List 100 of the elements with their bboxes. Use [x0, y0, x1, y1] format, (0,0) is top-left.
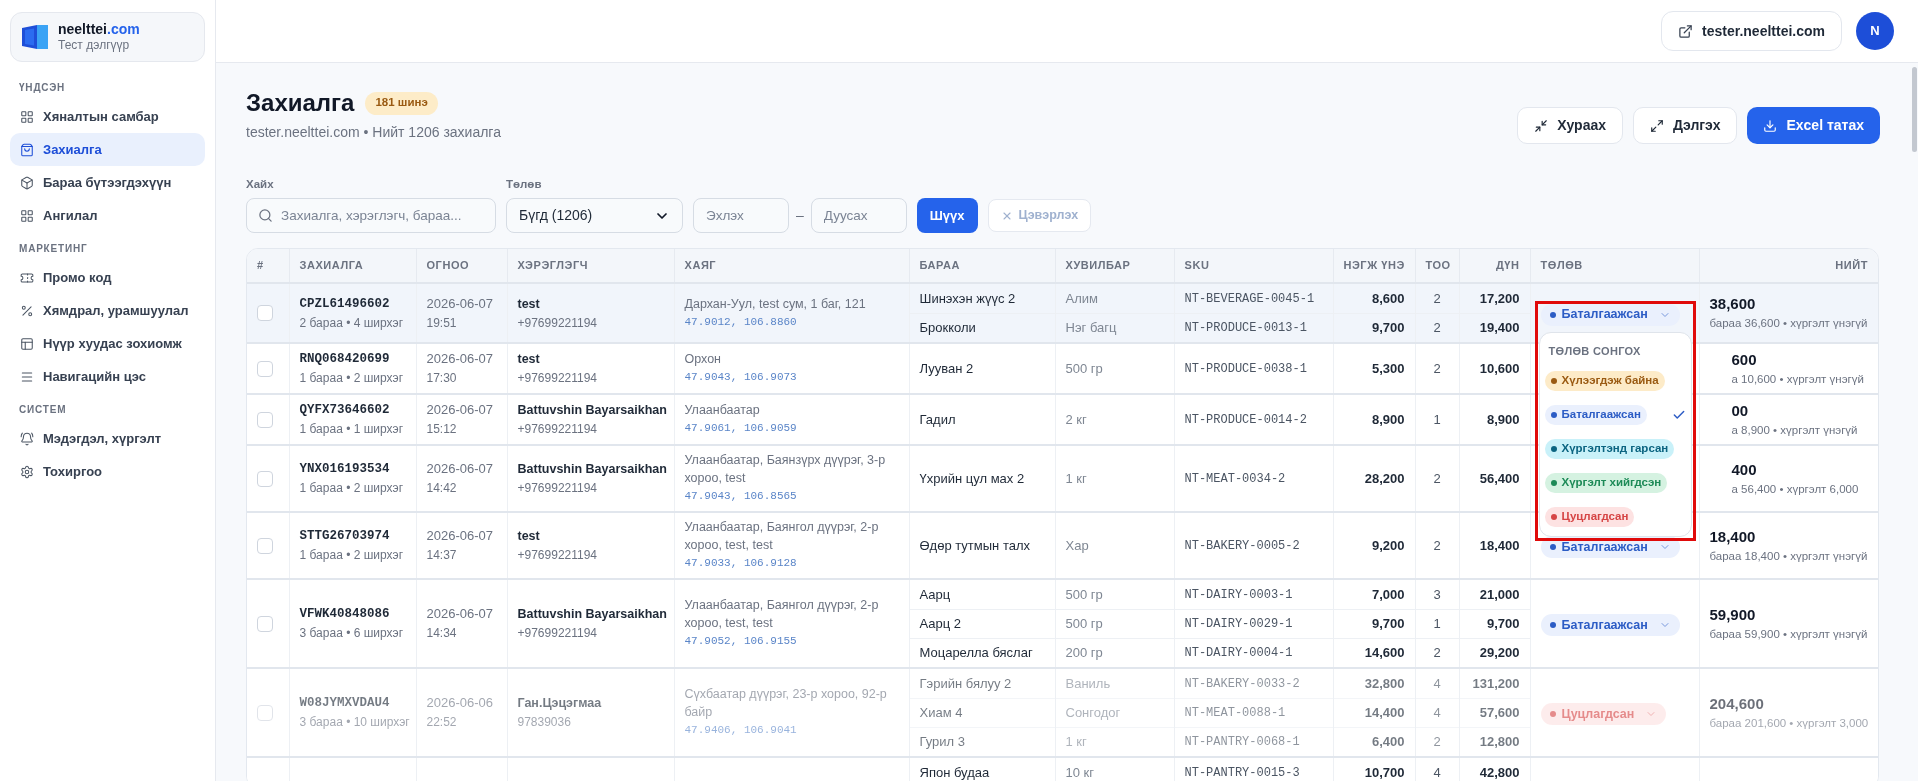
row-checkbox[interactable]	[257, 360, 273, 377]
range-separator: –	[796, 206, 804, 225]
coordinates-link[interactable]: 47.9033, 106.9128	[684, 554, 797, 573]
nav-item[interactable]: Хяналтын самбар	[10, 100, 205, 133]
apply-button[interactable]: Шүүх	[916, 198, 978, 233]
variant-text: 500 гр	[1065, 586, 1103, 603]
column-header: ОГНОО	[416, 249, 507, 283]
scrollbar-thumb[interactable]	[1912, 67, 1917, 152]
order-id[interactable]: VFWK40848086	[299, 604, 406, 624]
row-checkbox[interactable]	[257, 305, 273, 321]
customer-name: test	[517, 351, 541, 368]
total-breakdown: а 10,600 • хүргэлт үнэгүй	[1731, 371, 1865, 387]
quantity-text: 3	[1433, 586, 1441, 603]
quantity-text: 4	[1433, 675, 1441, 692]
customer-phone: +97699221194	[517, 625, 599, 642]
nav-item[interactable]: Захиалга	[10, 133, 205, 166]
order-total: 400	[1731, 459, 1758, 480]
row-checkbox[interactable]	[257, 615, 273, 632]
date-field[interactable]: Эхлэх	[693, 198, 789, 233]
order-time: 19:51	[426, 314, 458, 332]
line-total: 42,800	[1479, 764, 1520, 781]
order-total: 204,600	[1709, 693, 1765, 714]
percent-icon	[20, 303, 34, 318]
nav-item[interactable]: Тохиргоо	[10, 455, 205, 488]
row-checkbox[interactable]	[257, 411, 273, 428]
customer-name: Battuvshin Bayarsaikhan	[517, 461, 664, 478]
line-total: 21,000	[1479, 586, 1520, 603]
order-date: 2026-06-07	[426, 401, 494, 419]
line-total: 131,200	[1472, 675, 1520, 692]
customer-name: test	[517, 295, 541, 313]
order-id[interactable]: STTG26703974	[299, 526, 406, 546]
avatar[interactable]: N	[1856, 12, 1894, 50]
order-id[interactable]: QYFX73646602	[299, 400, 406, 420]
quantity-text: 2	[1433, 470, 1441, 487]
brand-card[interactable]: neelttei.com Тест дэлгүүр	[10, 12, 205, 62]
nav-item[interactable]: Бараа бүтээгдэхүүн	[10, 166, 205, 199]
grid-icon	[20, 208, 34, 223]
line-total: 18,400	[1479, 537, 1520, 554]
status-select[interactable]: Бүгд (1206)	[506, 198, 683, 233]
menu-icon	[20, 369, 34, 384]
variant-text: 500 гр	[1065, 616, 1103, 632]
line-total: 8,900	[1486, 411, 1520, 428]
column-header: НЭГЖ ҮНЭ	[1333, 249, 1415, 283]
site-link[interactable]: tester.neelttei.com	[1661, 11, 1842, 51]
unit-price: 9,200	[1371, 537, 1405, 554]
order-id[interactable]: YNX016193534	[299, 459, 406, 479]
coordinates-link[interactable]: 47.9052, 106.9155	[684, 632, 797, 651]
coordinates-link[interactable]: 47.9043, 106.8565	[684, 487, 797, 506]
status-option[interactable]: Цуцлагдсан	[1544, 500, 1686, 534]
page-subtitle: tester.neelttei.com • Нийт 1206 захиалга	[246, 123, 501, 142]
grid-icon	[20, 109, 34, 124]
nav-item[interactable]: Ангилал	[10, 199, 205, 232]
customer-phone: +97699221194	[517, 547, 599, 564]
sku-text: NT-BEVERAGE-0045-1	[1184, 290, 1315, 307]
order-date: 2026-06-07	[426, 605, 494, 623]
coordinates-link[interactable]: 47.9012, 106.8860	[684, 312, 797, 332]
search-field[interactable]: Захиалга, хэрэглэгч, бараа...	[246, 198, 496, 233]
nav-item[interactable]: Промо код	[10, 261, 205, 294]
order-id[interactable]: W08JYMXVDAU4	[299, 693, 406, 713]
toolbar-button[interactable]: Excel татах	[1747, 107, 1880, 144]
nav-item[interactable]: Нүүр хуудас зохиомж	[10, 327, 205, 360]
coordinates-link[interactable]: 47.9043, 106.9073	[684, 368, 797, 387]
status-dropdown[interactable]: Баталгаажсан	[1540, 303, 1680, 326]
brand-subtitle: Тест дэлгүүр	[58, 38, 131, 53]
column-header: БАРАА	[909, 249, 1055, 283]
order-id[interactable]: CPZL61496602	[299, 293, 406, 314]
row-checkbox[interactable]	[257, 470, 273, 487]
toolbar-button[interactable]: Дэлгэх	[1633, 107, 1738, 144]
coordinates-link[interactable]: 47.9061, 106.9059	[684, 419, 797, 438]
order-time: 15:12	[426, 421, 458, 438]
order-time: 22:52	[426, 714, 458, 731]
sku-text: NT-DAIRY-0004-1	[1184, 645, 1293, 661]
quantity-text: 1	[1433, 616, 1441, 632]
sku-text: NT-DAIRY-0003-1	[1184, 586, 1293, 603]
total-breakdown: бараа 18,400 • хүргэлт үнэгүй	[1709, 548, 1869, 564]
external-link-icon	[1678, 23, 1694, 39]
row-checkbox[interactable]	[257, 704, 273, 721]
order-id[interactable]: RNQ068420699	[299, 349, 406, 369]
unit-price: 9,700	[1371, 616, 1405, 632]
variant-text: Хар	[1065, 537, 1089, 554]
row-checkbox[interactable]	[257, 537, 273, 554]
status-option[interactable]: Хүргэлтэнд гарсан	[1544, 432, 1686, 466]
toolbar-button[interactable]: Хураах	[1517, 107, 1624, 144]
total-breakdown: бараа 201,600 • хүргэлт 3,000	[1709, 715, 1870, 731]
nav-item[interactable]: Навигацийн цэс	[10, 360, 205, 393]
product-name: Брокколи	[919, 320, 976, 336]
status-option[interactable]: Хүргэлт хийгдсэн	[1544, 466, 1686, 500]
line-total: 29,200	[1479, 645, 1520, 661]
line-total: 12,800	[1479, 734, 1520, 750]
variant-text: Сонгодог	[1065, 705, 1121, 721]
nav-item[interactable]: Мэдэгдэл, хүргэлт	[10, 422, 205, 455]
status-option[interactable]: Баталгаажсан	[1544, 398, 1686, 432]
menu-title: ТӨЛӨВ СОНГОХ	[1547, 344, 1642, 358]
date-field[interactable]: Дуусах	[810, 198, 907, 233]
variant-text: Нэг багц	[1065, 320, 1117, 336]
status-dropdown[interactable]: Баталгаажсан	[1540, 614, 1680, 636]
brand-name: neelttei.com	[58, 21, 140, 38]
nav-item[interactable]: Хямдрал, урамшуулал	[10, 294, 205, 327]
variant-text: 200 гр	[1065, 645, 1103, 661]
status-option[interactable]: Хүлээгдэж байна	[1544, 364, 1686, 398]
